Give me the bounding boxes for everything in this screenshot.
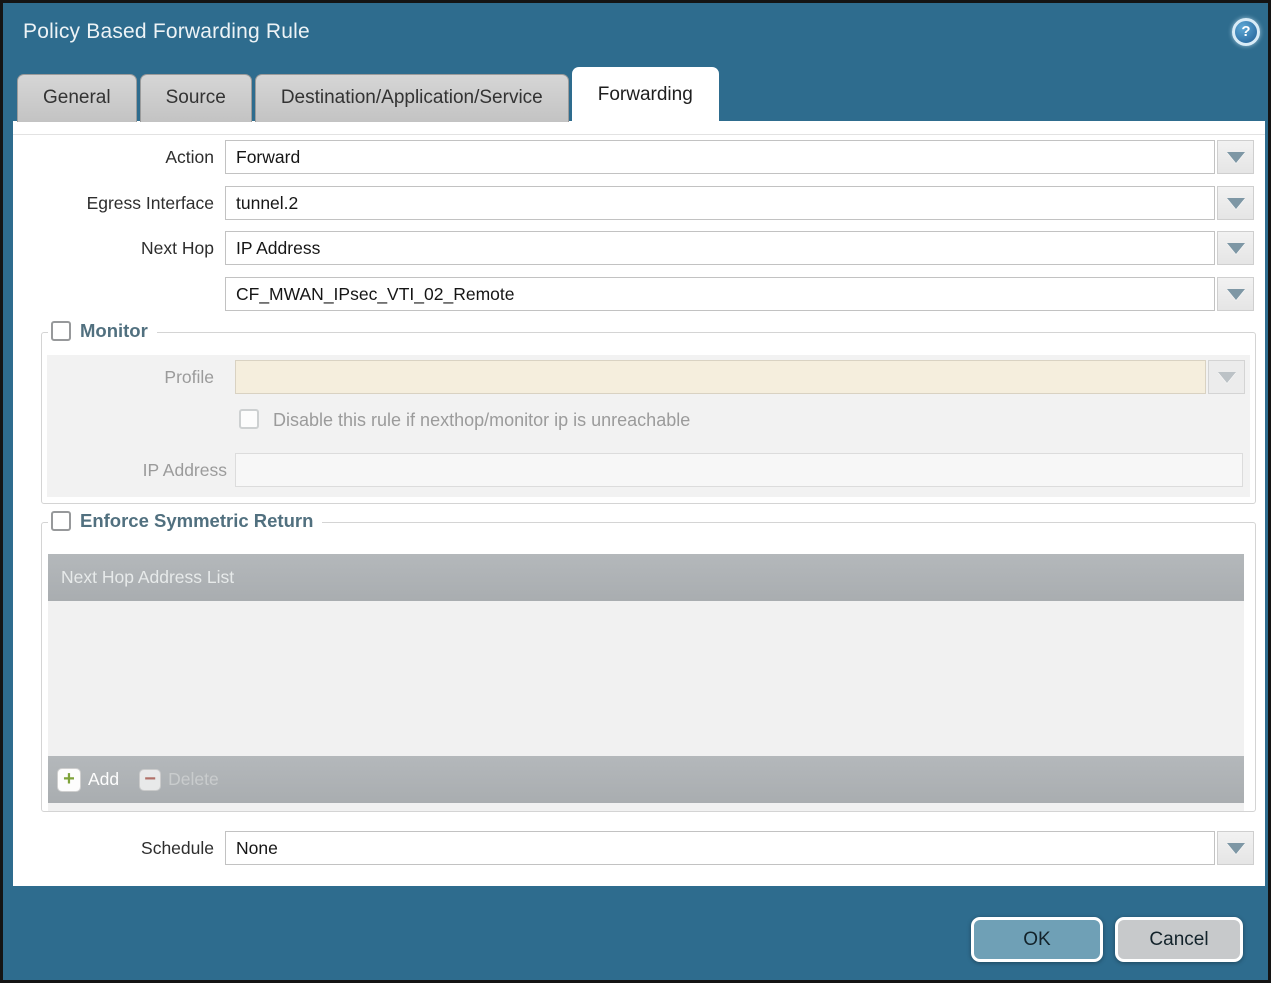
pbf-rule-dialog: Policy Based Forwarding Rule ? General S… <box>0 0 1271 983</box>
schedule-input[interactable]: None <box>225 831 1215 865</box>
monitor-ip-address-input <box>235 453 1243 487</box>
schedule-row: Schedule None <box>13 831 1265 865</box>
help-icon[interactable]: ? <box>1232 18 1260 46</box>
chevron-down-icon <box>1227 843 1245 854</box>
egress-interface-label: Egress Interface <box>13 186 214 220</box>
ok-button[interactable]: OK <box>971 917 1103 962</box>
enforce-symmetric-return-title: Enforce Symmetric Return <box>80 510 313 532</box>
monitor-group: Monitor Profile Disable this rule if nex… <box>41 332 1256 504</box>
monitor-title: Monitor <box>80 320 148 342</box>
next-hop-address-table-toolbar: + Add − Delete <box>48 756 1244 803</box>
chevron-down-icon <box>1227 152 1245 163</box>
action-input[interactable]: Forward <box>225 140 1215 174</box>
action-dropdown-button[interactable] <box>1217 140 1254 174</box>
tab-forwarding[interactable]: Forwarding <box>572 67 719 122</box>
cancel-button[interactable]: Cancel <box>1115 917 1243 962</box>
tab-destination-application-service[interactable]: Destination/Application/Service <box>255 74 569 122</box>
chevron-down-icon <box>1227 243 1245 254</box>
enforce-symmetric-return-legend: Enforce Symmetric Return <box>48 510 322 532</box>
profile-dropdown-button <box>1208 360 1245 394</box>
next-hop-type-input[interactable]: IP Address <box>225 231 1215 265</box>
monitor-ip-address-label: IP Address <box>47 453 227 487</box>
action-row: Action Forward <box>13 140 1265 174</box>
next-hop-address-input[interactable]: CF_MWAN_IPsec_VTI_02_Remote <box>225 277 1215 311</box>
next-hop-address-list-column-header: Next Hop Address List <box>48 554 1244 601</box>
next-hop-row: Next Hop IP Address <box>13 231 1265 265</box>
enforce-symmetric-return-checkbox[interactable] <box>51 511 71 531</box>
chevron-down-icon <box>1227 198 1245 209</box>
next-hop-address-row: CF_MWAN_IPsec_VTI_02_Remote <box>13 277 1265 311</box>
next-hop-address-dropdown-button[interactable] <box>1217 277 1254 311</box>
disable-rule-checkbox <box>239 409 259 429</box>
content-divider <box>13 134 1265 135</box>
egress-interface-input[interactable]: tunnel.2 <box>225 186 1215 220</box>
chevron-down-icon <box>1218 372 1236 383</box>
schedule-label: Schedule <box>13 831 214 865</box>
delete-icon: − <box>139 769 161 791</box>
monitor-legend: Monitor <box>48 320 157 342</box>
egress-interface-dropdown-button[interactable] <box>1217 186 1254 220</box>
dialog-title: Policy Based Forwarding Rule <box>23 20 310 44</box>
tab-content-forwarding: Action Forward Egress Interface tunnel.2… <box>13 121 1265 886</box>
profile-label: Profile <box>47 360 214 394</box>
next-hop-address-table: Next Hop Address List + Add − Delete <box>48 554 1244 811</box>
chevron-down-icon <box>1227 289 1245 300</box>
add-button[interactable]: + Add <box>57 768 119 792</box>
profile-input <box>235 360 1206 394</box>
disable-rule-label: Disable this rule if nexthop/monitor ip … <box>273 409 690 431</box>
add-icon: + <box>57 768 81 792</box>
tab-source[interactable]: Source <box>140 74 252 122</box>
enforce-symmetric-return-group: Enforce Symmetric Return Next Hop Addres… <box>41 522 1256 812</box>
tab-general[interactable]: General <box>17 74 137 122</box>
delete-button: − Delete <box>139 769 219 791</box>
monitor-checkbox[interactable] <box>51 321 71 341</box>
monitor-panel: Profile Disable this rule if nexthop/mon… <box>47 355 1250 497</box>
next-hop-label: Next Hop <box>13 231 214 265</box>
tab-bar: General Source Destination/Application/S… <box>17 67 719 122</box>
action-label: Action <box>13 140 214 174</box>
delete-button-label: Delete <box>168 769 219 790</box>
egress-interface-row: Egress Interface tunnel.2 <box>13 186 1265 220</box>
schedule-dropdown-button[interactable] <box>1217 831 1254 865</box>
next-hop-type-dropdown-button[interactable] <box>1217 231 1254 265</box>
next-hop-address-table-body <box>48 601 1244 756</box>
add-button-label: Add <box>88 769 119 790</box>
